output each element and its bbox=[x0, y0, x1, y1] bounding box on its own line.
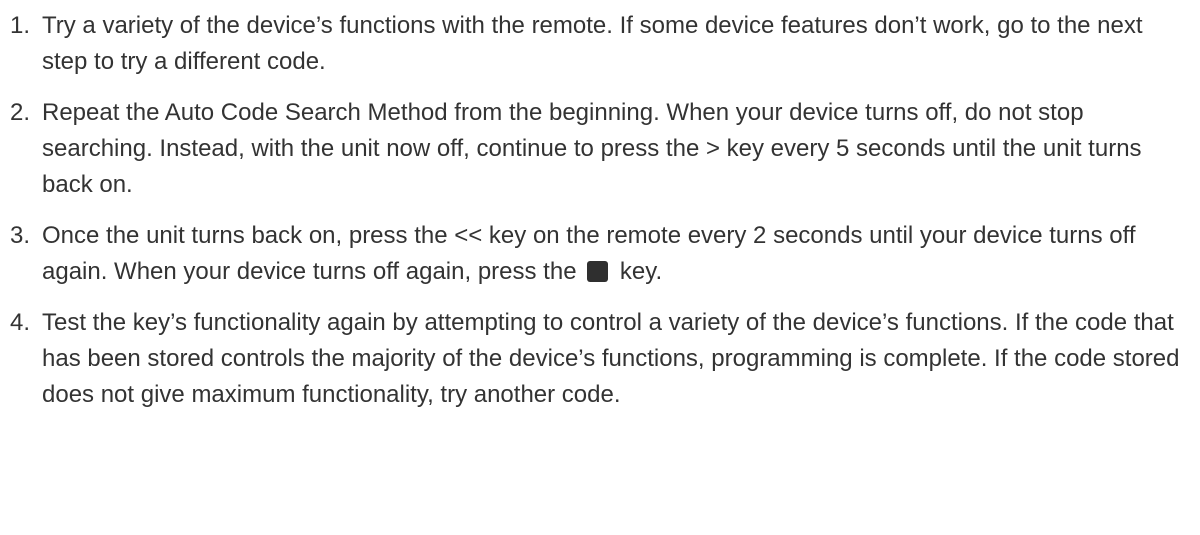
step-number: 4. bbox=[10, 309, 31, 336]
step-number: 3. bbox=[10, 222, 31, 249]
step-text: Repeat the Auto Code Search Method from … bbox=[42, 99, 1142, 198]
step-text-with-icon: Once the unit turns back on, press the <… bbox=[42, 218, 1190, 290]
list-item-step-3: 3. Once the unit turns back on, press th… bbox=[10, 218, 1190, 290]
instruction-steps-list: 1. Try a variety of the device’s functio… bbox=[10, 8, 1190, 413]
step-number: 2. bbox=[10, 99, 31, 126]
stop-key-icon bbox=[587, 261, 609, 282]
list-item-step-2: 2. Repeat the Auto Code Search Method fr… bbox=[10, 95, 1190, 203]
list-item-step-1: 1. Try a variety of the device’s functio… bbox=[10, 8, 1190, 80]
list-item-step-4: 4. Test the key’s functionality again by… bbox=[10, 305, 1190, 413]
step-number: 1. bbox=[10, 12, 31, 39]
step-text: Try a variety of the device’s functions … bbox=[42, 12, 1143, 75]
step-text-after-icon: key. bbox=[619, 258, 663, 285]
step-text: Test the key’s functionality again by at… bbox=[42, 309, 1180, 408]
